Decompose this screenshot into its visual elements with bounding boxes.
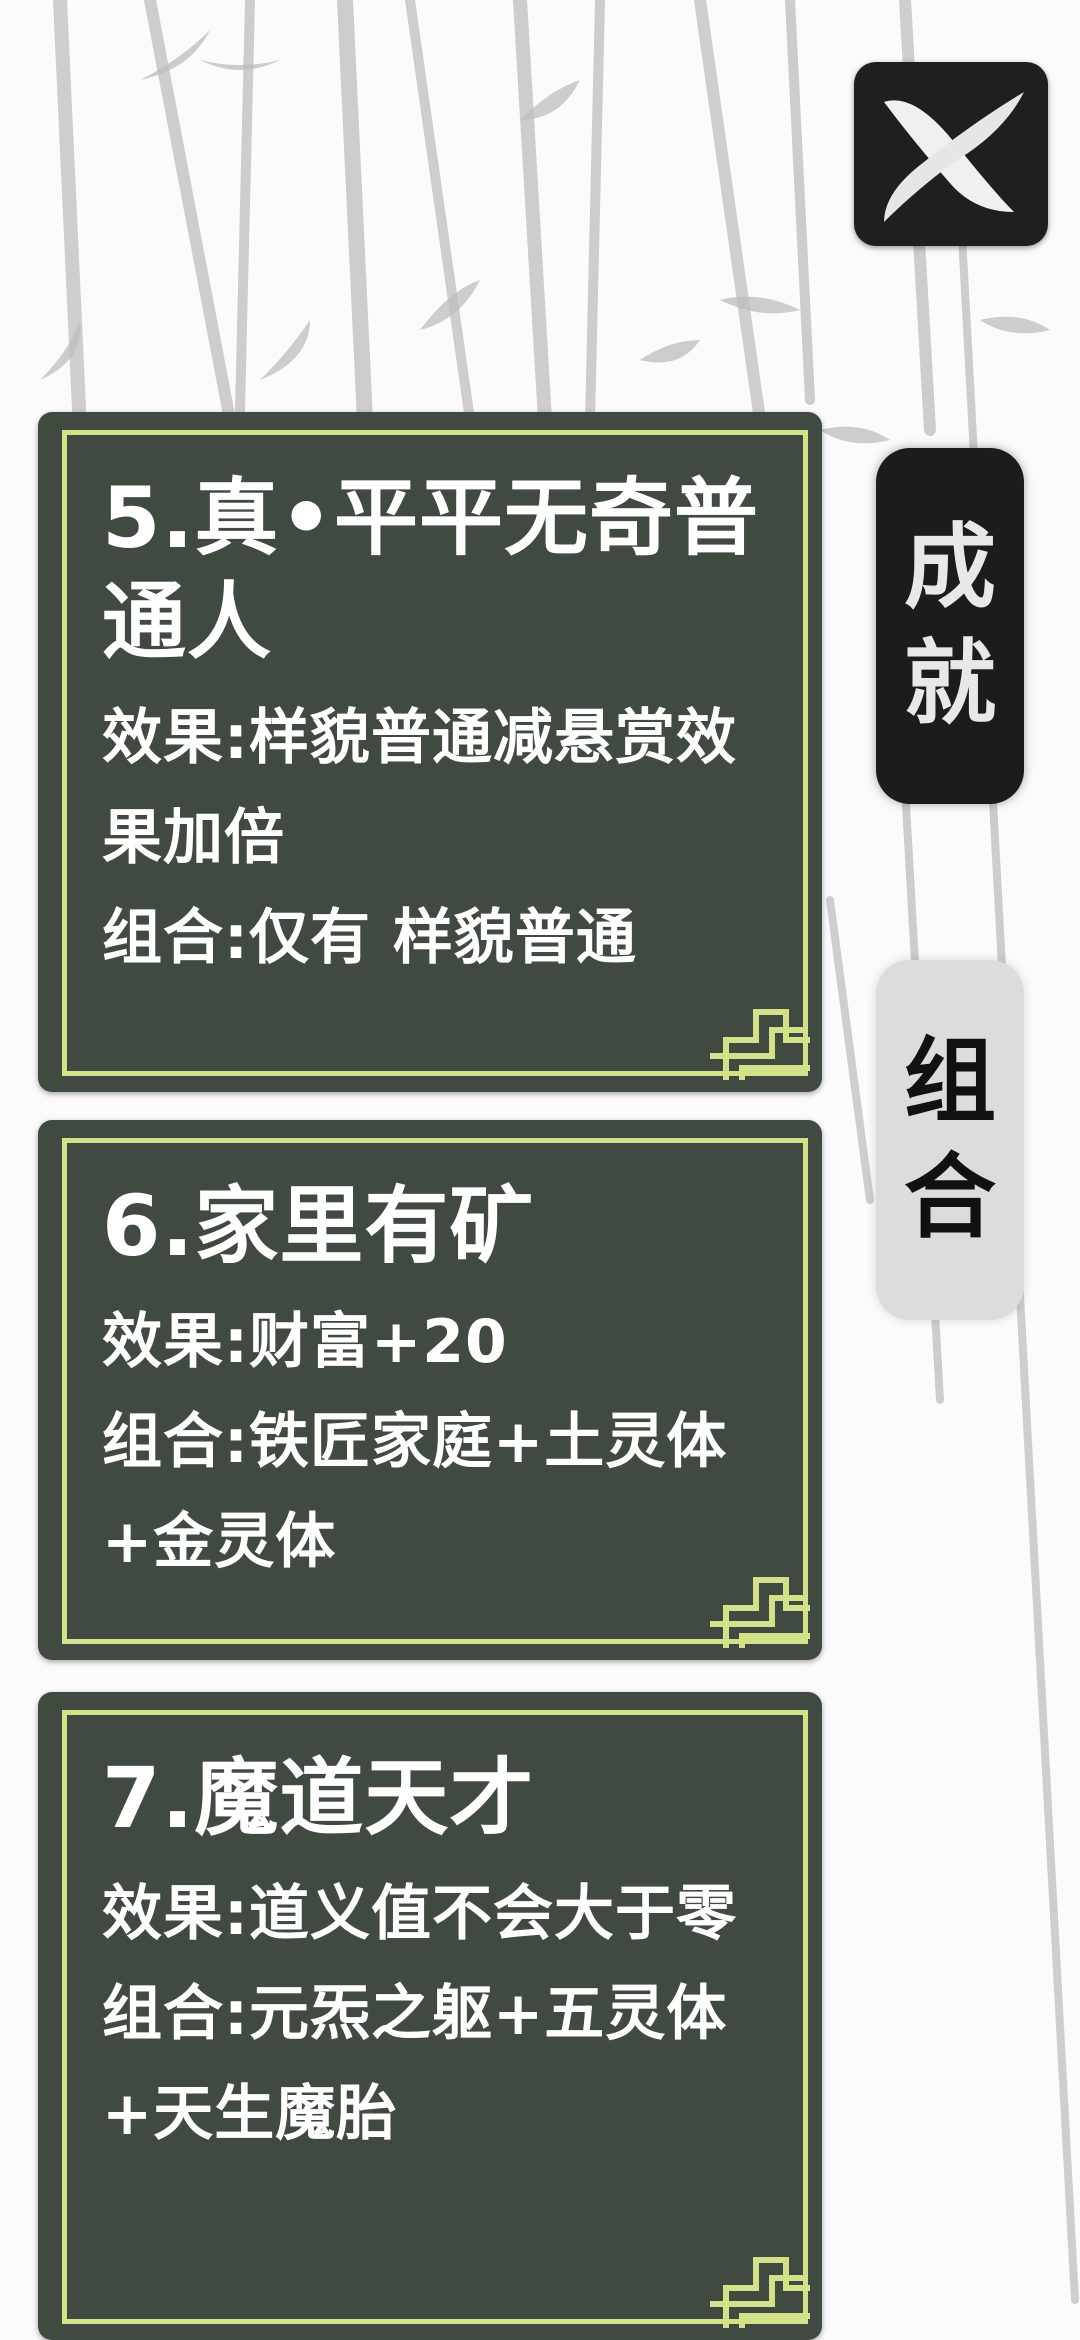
- tab-achievement-char-1: 成: [903, 514, 996, 621]
- combo-card-effect: 效果:道义值不会大于零: [102, 1879, 737, 1949]
- close-button[interactable]: [854, 62, 1048, 246]
- combo-card-combination: 组合:仅有 样貌普通: [102, 903, 637, 973]
- combo-card-combination: 组合:铁匠家庭+土灵体+金灵体: [102, 1407, 728, 1577]
- tab-achievement[interactable]: 成 就: [876, 448, 1024, 804]
- combo-card-effect: 效果:样貌普通减悬赏效果加倍: [102, 703, 737, 873]
- combo-card-combination: 组合:元炁之躯+五灵体+天生魔胎: [102, 1979, 728, 2149]
- combo-list-screen: 成 就 组 合 5.真•平平无奇普通人 效果:样貌普通减悬赏效果加倍 组合:仅有…: [0, 0, 1080, 2340]
- combo-card: 7.魔道天才 效果:道义值不会大于零 组合:元炁之躯+五灵体+天生魔胎: [38, 1692, 822, 2340]
- combo-card: 6.家里有矿 效果:财富+20 组合:铁匠家庭+土灵体+金灵体: [38, 1120, 822, 1660]
- close-x-icon: [884, 92, 1024, 222]
- combo-card-title: 7.魔道天才: [102, 1749, 535, 1847]
- tab-combo-char-2: 合: [903, 1144, 996, 1251]
- combo-card: 5.真•平平无奇普通人 效果:样貌普通减悬赏效果加倍 组合:仅有 样貌普通: [38, 412, 822, 1092]
- tab-combo-char-1: 组: [903, 1028, 996, 1135]
- combo-card-effect: 效果:财富+20: [102, 1307, 508, 1377]
- combo-card-title: 5.真•平平无奇普通人: [102, 469, 760, 671]
- corner-knot-ornament: [710, 1009, 810, 1080]
- tab-combo[interactable]: 组 合: [876, 960, 1024, 1320]
- corner-knot-ornament: [710, 2257, 810, 2328]
- combo-card-title: 6.家里有矿: [102, 1177, 535, 1275]
- tab-achievement-char-2: 就: [903, 630, 996, 737]
